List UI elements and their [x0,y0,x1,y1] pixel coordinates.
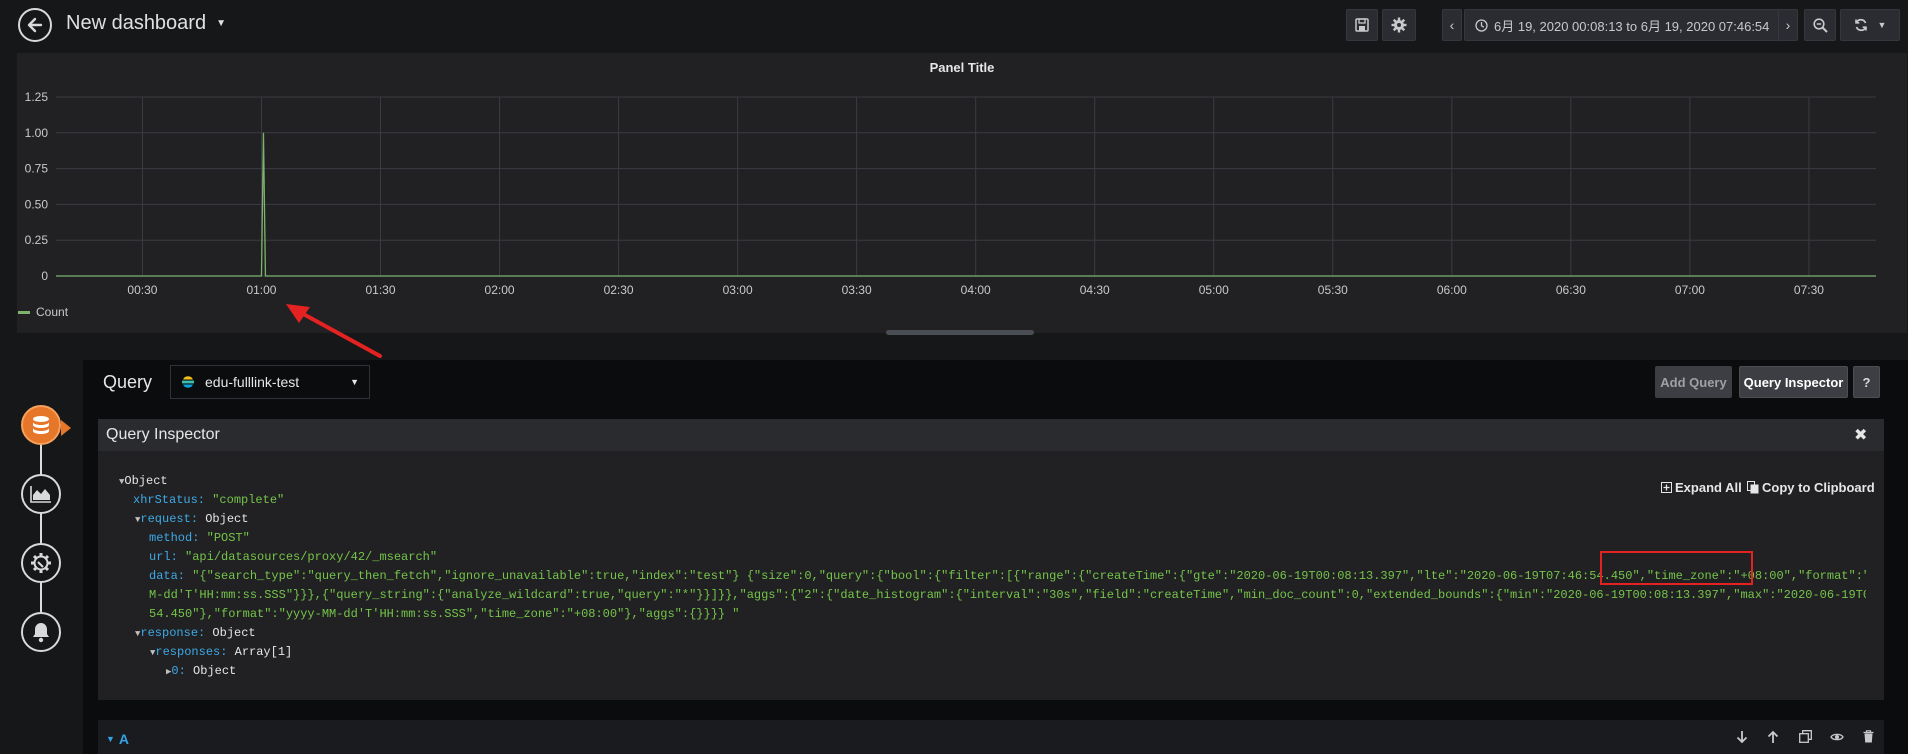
x-tick-label: 01:00 [246,283,276,297]
query-inspector-header [98,419,1884,451]
y-tick-label: 0 [41,269,48,283]
json-key: xhrStatus: [133,493,206,507]
json-row-item-0[interactable]: ▶0: Object [166,662,236,682]
y-tick-label: 0.75 [25,162,49,176]
x-tick-label: 03:00 [723,283,753,297]
json-row-xhrstatus: xhrStatus: "complete" [133,491,284,510]
add-query-button[interactable]: Add Query [1655,366,1732,398]
x-tick-label: 01:30 [365,283,395,297]
active-tab-pointer [61,420,71,436]
move-down-icon[interactable] [1736,730,1748,747]
json-key: method: [149,531,200,545]
json-value: Object [212,626,256,640]
rail-visualization-tab[interactable] [21,474,61,514]
y-tick-label: 0.25 [25,233,49,247]
x-tick-label: 06:30 [1556,283,1586,297]
y-axis: 0 0.25 0.50 0.75 1.00 1.25 [25,90,49,283]
json-root-type: Object [124,474,168,488]
bell-icon [33,623,49,643]
json-key: response: [140,626,206,640]
x-tick-label: 07:00 [1675,283,1705,297]
x-tick-label: 04:00 [961,283,991,297]
rail-queries-tab[interactable] [21,405,61,445]
duplicate-icon[interactable] [1799,730,1812,746]
line-chart: 0 0.25 0.50 0.75 1.00 1.25 00:30 01:00 01:30 02:… [25,90,1876,297]
caret-down-icon: ▼ [350,377,359,387]
y-tick-label: 0.50 [25,197,49,211]
x-tick-label: 00:30 [127,283,157,297]
panel-resize-handle[interactable] [886,330,1034,335]
chart-grid [56,96,1876,277]
copy-to-clipboard-button[interactable]: Copy to Clipboard [1747,480,1875,495]
copy-to-clipboard-label: Copy to Clipboard [1762,480,1875,495]
close-icon[interactable]: ✖ [1854,425,1867,445]
caret-down-icon: ▼ [106,734,115,744]
eye-icon[interactable] [1830,730,1844,745]
json-key: url: [149,550,178,564]
json-row-data-cont-2: 54.450"},"format":"yyyy-MM-dd'T'HH:mm:ss… [149,607,740,621]
json-value: Object [193,664,237,678]
legend-swatch [18,310,30,314]
json-row-method: method: "POST" [149,529,250,548]
json-row-url: url: "api/datasources/proxy/42/_msearch" [149,548,437,567]
x-tick-label: 06:00 [1437,283,1467,297]
query-ref-id: A [118,731,130,747]
x-axis: 00:30 01:00 01:30 02:00 02:30 03:00 03:30 04:00… [127,283,1824,297]
help-button[interactable]: ? [1853,366,1880,398]
rail-general-tab[interactable] [21,543,61,583]
elasticsearch-icon [182,376,194,388]
x-tick-label: 02:00 [485,283,515,297]
query-inspector-title: Query Inspector [106,426,220,443]
gear-icon [31,553,51,573]
query-row-a-toggle[interactable]: ▼ A [106,731,129,747]
datasource-picker[interactable]: edu-fulllink-test ▼ [170,365,370,399]
json-row-response[interactable]: ▼response: Object [135,624,256,644]
area-chart-icon [30,486,51,503]
json-value: "POST" [206,531,250,545]
json-key: request: [140,512,199,526]
json-key: responses: [155,645,228,659]
json-value: "api/datasources/proxy/42/_msearch" [185,550,438,564]
y-tick-label: 1.00 [25,126,49,140]
json-value: "complete" [212,493,285,507]
rail-connector [40,428,42,628]
move-up-icon[interactable] [1767,730,1779,747]
json-value: Object [205,512,249,526]
x-tick-label: 04:30 [1080,283,1110,297]
x-tick-label: 05:30 [1318,283,1348,297]
json-row-data-cont-1: M-dd'T'HH:mm:ss.SSS"}}},{"query_string":… [149,588,1866,602]
rail-alert-tab[interactable] [21,612,61,652]
json-key: 0: [171,664,186,678]
query-row-a [98,720,1884,754]
trash-icon[interactable] [1863,730,1874,746]
x-tick-label: 02:30 [604,283,634,297]
datasource-name: edu-fulllink-test [205,374,300,390]
legend-label: Count [36,305,69,319]
expand-icon [1661,482,1672,493]
database-icon [33,416,49,434]
json-key: data: [149,569,186,583]
highlight-box [1600,551,1753,585]
clipboard-icon [1747,481,1759,494]
expand-all-label: Expand All [1675,480,1742,495]
x-tick-label: 03:30 [842,283,872,297]
y-tick-label: 1.25 [25,90,49,104]
x-tick-label: 07:30 [1794,283,1824,297]
json-row-responses[interactable]: ▼responses: Array[1] [150,643,292,663]
query-inspector-button[interactable]: Query Inspector [1739,366,1848,398]
json-tree-root[interactable]: ▼Object [119,472,168,492]
json-value: Array[1] [234,645,293,659]
x-tick-label: 05:00 [1199,283,1229,297]
annotation-arrow [286,304,382,358]
query-section-title: Query [103,372,153,392]
expand-all-button[interactable]: Expand All [1661,480,1742,495]
legend-item-count[interactable]: Count [18,305,68,319]
json-row-request[interactable]: ▼request: Object [135,510,248,530]
